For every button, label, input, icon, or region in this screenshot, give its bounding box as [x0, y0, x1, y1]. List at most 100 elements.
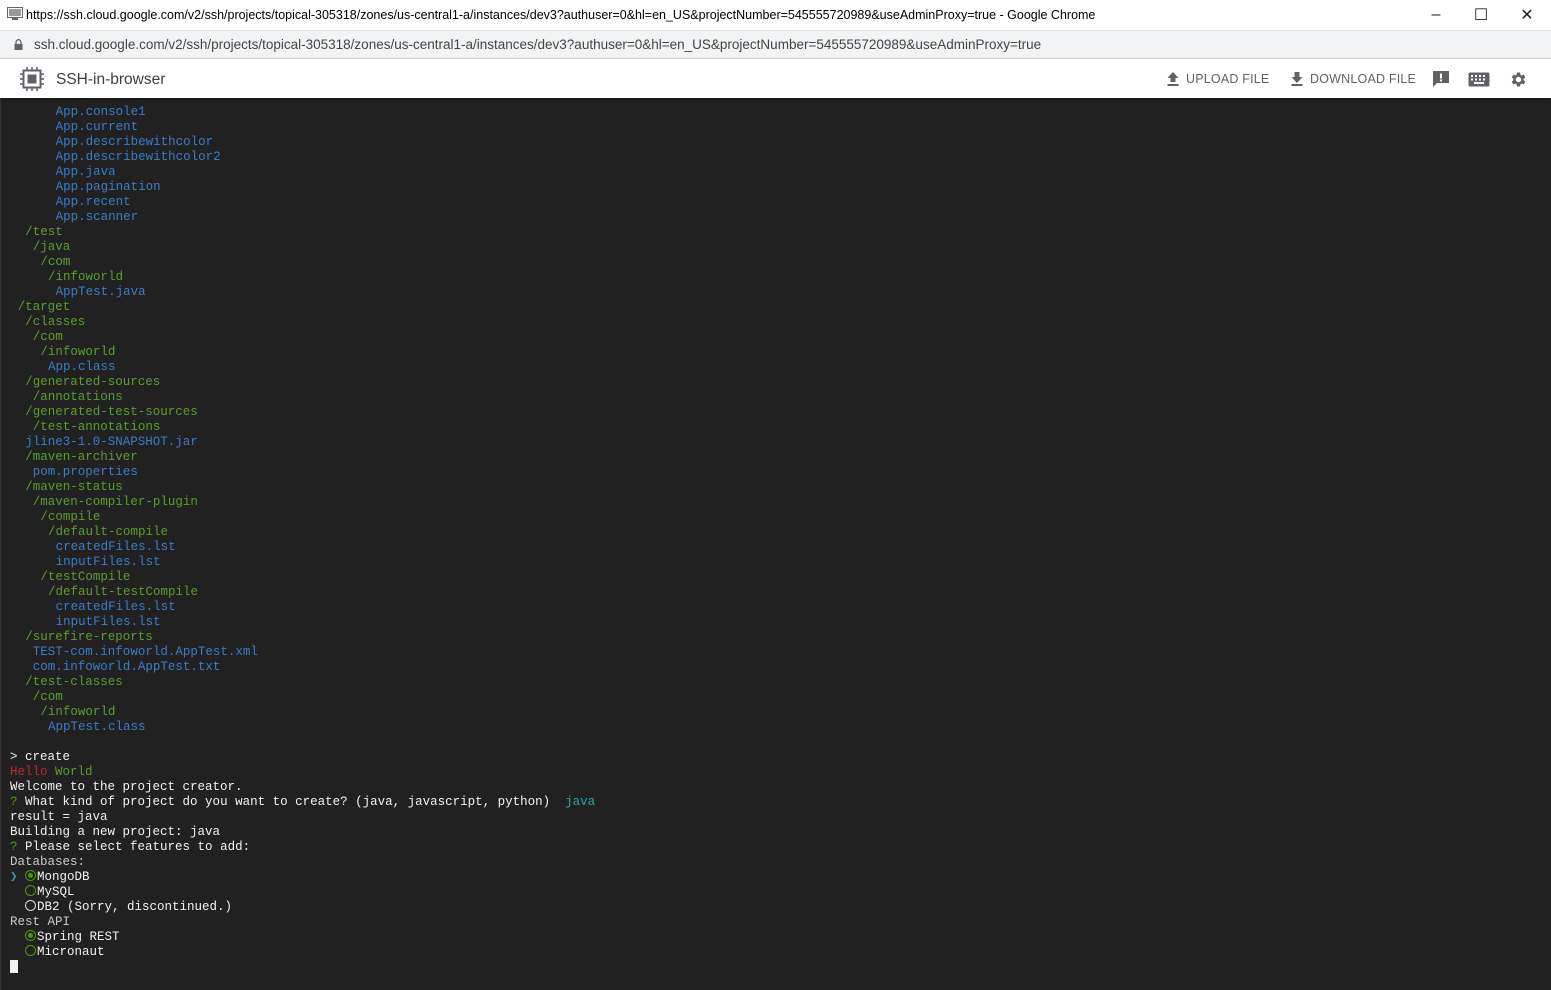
- terminal-output: App.console1 App.current App.describewithc…: [10, 105, 595, 975]
- maximize-button[interactable]: ☐: [1458, 0, 1504, 30]
- tree-directory: /com: [32, 330, 63, 344]
- tree-file: AppTest.java: [55, 285, 146, 299]
- welcome-line: Welcome to the project creator.: [10, 780, 243, 794]
- tree-directory: /target: [17, 300, 71, 314]
- question-text: What kind of project do you want to crea…: [25, 795, 551, 809]
- tree-file: App.class: [48, 360, 116, 374]
- tree-directory: /infoworld: [40, 705, 116, 719]
- download-file-label: DOWNLOAD FILE: [1310, 72, 1417, 86]
- window-title: https://ssh.cloud.google.com/v2/ssh/proj…: [26, 8, 1096, 22]
- terminal[interactable]: App.console1 App.current App.describewithc…: [0, 98, 1551, 990]
- tree-directory: /infoworld: [48, 270, 124, 284]
- option-mysql[interactable]: MySQL: [10, 885, 595, 900]
- answer-text: java: [565, 795, 596, 809]
- tree-directory: /maven-compiler-plugin: [32, 495, 198, 509]
- tree-file: AppTest.class: [48, 720, 146, 734]
- radio-selected-icon: [25, 870, 37, 881]
- tree-directory: /java: [32, 240, 71, 254]
- keyboard-button[interactable]: [1468, 70, 1490, 88]
- tree-file: App.current: [55, 120, 139, 134]
- world-word: World: [55, 765, 93, 779]
- option-micronaut[interactable]: Micronaut: [10, 945, 595, 960]
- tree-directory: /testCompile: [40, 570, 131, 584]
- tree-directory: /default-compile: [48, 525, 169, 539]
- features-prompt-line: ? Please select features to add:: [10, 840, 595, 855]
- app-window-icon: [7, 7, 23, 20]
- command-line: > create: [10, 750, 71, 764]
- rest-api-label: Rest API: [10, 915, 71, 929]
- window-titlebar: https://ssh.cloud.google.com/v2/ssh/proj…: [0, 0, 1551, 31]
- option-db2[interactable]: DB2 (Sorry, discontinued.): [10, 900, 595, 915]
- tree-file: App.pagination: [55, 180, 161, 194]
- tree-directory: /generated-test-sources: [25, 405, 198, 419]
- tree-directory: /test-annotations: [32, 420, 161, 434]
- option-mongodb[interactable]: ❯ MongoDB: [10, 870, 595, 885]
- chip-icon: [20, 67, 44, 91]
- feedback-button[interactable]: [1431, 70, 1451, 88]
- tree-directory: /compile: [40, 510, 101, 524]
- download-file-button[interactable]: DOWNLOAD FILE: [1290, 71, 1416, 87]
- tree-file: inputFiles.lst: [55, 555, 161, 569]
- upload-icon: [1167, 72, 1179, 86]
- tree-directory: /com: [32, 690, 63, 704]
- tree-file: App.scanner: [55, 210, 139, 224]
- file-tree: App.console1 App.current App.describewithc…: [10, 105, 595, 735]
- tree-file: createdFiles.lst: [55, 540, 176, 554]
- ssh-app-bar: SSH-in-browser UPLOAD FILE DOWNLOAD FILE: [0, 59, 1551, 98]
- tree-directory: /surefire-reports: [25, 630, 153, 644]
- hello-word: Hello: [10, 765, 48, 779]
- url-text[interactable]: ssh.cloud.google.com/v2/ssh/projects/top…: [34, 37, 1041, 52]
- tree-directory: /default-testCompile: [48, 585, 199, 599]
- feedback-icon: [1433, 71, 1449, 87]
- tree-directory: /test: [25, 225, 63, 239]
- radio-unselected-icon: [25, 900, 37, 911]
- option-label: Micronaut: [37, 945, 105, 959]
- upload-file-button[interactable]: UPLOAD FILE: [1166, 71, 1269, 87]
- question-mark: ?: [10, 840, 18, 854]
- settings-button[interactable]: [1508, 70, 1528, 88]
- option-spring-rest[interactable]: Spring REST: [10, 930, 595, 945]
- tree-file: App.describewithcolor: [55, 135, 214, 149]
- features-prompt-text: Please select features to add:: [25, 840, 251, 854]
- keyboard-icon: [1468, 72, 1490, 86]
- tree-directory: /classes: [25, 315, 86, 329]
- tree-file: pom.properties: [32, 465, 138, 479]
- tree-directory: /generated-sources: [25, 375, 161, 389]
- tree-directory: /maven-archiver: [25, 450, 138, 464]
- tree-file: inputFiles.lst: [55, 615, 161, 629]
- option-label: MongoDB: [37, 870, 90, 884]
- text-cursor: [10, 960, 18, 973]
- tree-directory: /test-classes: [25, 675, 123, 689]
- tree-directory: /com: [40, 255, 71, 269]
- pointer-icon: ❯: [10, 870, 18, 884]
- address-bar[interactable]: ssh.cloud.google.com/v2/ssh/projects/top…: [0, 31, 1551, 59]
- app-title: SSH-in-browser: [56, 71, 166, 88]
- result-line: result = java: [10, 810, 108, 824]
- minimize-button[interactable]: –: [1413, 0, 1459, 30]
- download-icon: [1291, 72, 1303, 86]
- tree-file: jline3-1.0-SNAPSHOT.jar: [25, 435, 198, 449]
- databases-label: Databases:: [10, 855, 86, 869]
- close-button[interactable]: ✕: [1504, 0, 1550, 30]
- cursor-line: [10, 960, 595, 975]
- settings-icon: [1511, 72, 1525, 86]
- question-line: ? What kind of project do you want to cr…: [10, 795, 595, 810]
- tree-file: App.describewithcolor2: [55, 150, 221, 164]
- tree-file: App.console1: [55, 105, 146, 119]
- tree-directory: /maven-status: [25, 480, 123, 494]
- option-label: Spring REST: [37, 930, 120, 944]
- tree-directory: /infoworld: [40, 345, 116, 359]
- lock-icon: [14, 39, 23, 50]
- tree-file: com.infoworld.AppTest.txt: [32, 660, 221, 674]
- radio-selected-icon: [25, 930, 37, 941]
- question-mark: ?: [10, 795, 18, 809]
- tree-directory: /annotations: [32, 390, 123, 404]
- upload-file-label: UPLOAD FILE: [1186, 72, 1270, 86]
- hello-line: Hello World: [10, 765, 595, 780]
- tree-file: TEST-com.infoworld.AppTest.xml: [32, 645, 258, 659]
- tree-file: App.java: [55, 165, 116, 179]
- option-label: MySQL: [37, 885, 75, 899]
- tree-file: createdFiles.lst: [55, 600, 176, 614]
- radio-unselected-icon: [25, 885, 37, 896]
